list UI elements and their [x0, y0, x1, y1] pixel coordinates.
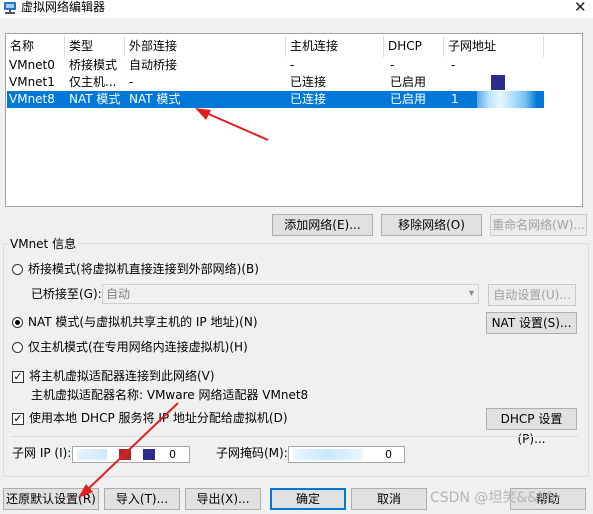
annotation-arrow-line — [203, 111, 269, 141]
annotation-arrowhead — [195, 108, 211, 120]
annotation-arrows — [78, 108, 269, 498]
annotation-arrow-line — [85, 402, 179, 492]
